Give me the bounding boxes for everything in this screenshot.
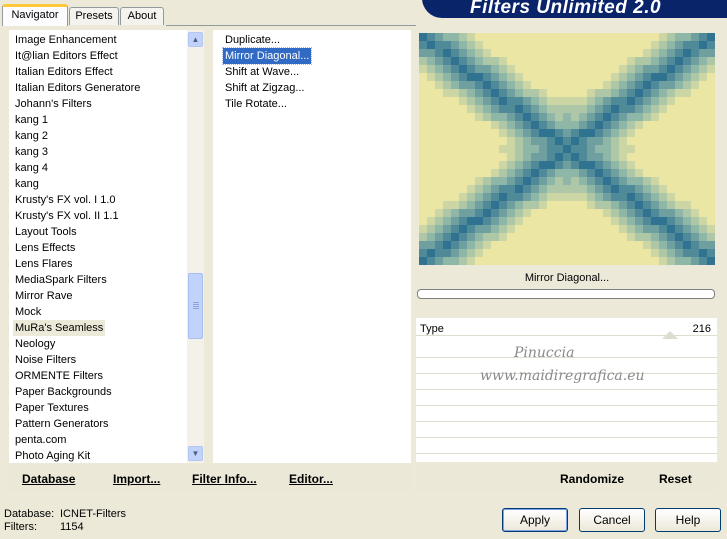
category-item[interactable]: kang [15, 176, 39, 192]
watermark-name: Pinuccia [514, 345, 575, 361]
category-item[interactable]: It@lian Editors Effect [15, 48, 118, 64]
category-list[interactable]: Image Enhancement It@lian Editors Effect I… [9, 30, 204, 463]
arrow-down-icon[interactable]: ▼ [188, 446, 203, 461]
category-item[interactable]: kang 2 [15, 128, 48, 144]
category-item[interactable]: Johann's Filters [15, 96, 92, 112]
database-value: ICNET-Filters [60, 508, 126, 520]
right-link-bar: Randomize Reset [416, 465, 719, 491]
param-row-empty [416, 390, 717, 406]
tab-navigator[interactable]: Navigator [2, 4, 68, 26]
category-scrollbar[interactable]: ▲ ▼ [187, 30, 204, 463]
category-item[interactable]: Italian Editors Effect [15, 64, 113, 80]
category-item[interactable]: Mock [15, 304, 41, 320]
category-item[interactable]: Neology [15, 336, 55, 352]
database-link[interactable]: Database [22, 472, 75, 486]
filter-list[interactable]: Duplicate... Mirror Diagonal... Shift at W… [213, 30, 411, 463]
category-item[interactable]: MediaSpark Filters [15, 272, 107, 288]
category-item[interactable]: Pattern Generators [15, 416, 109, 432]
category-item[interactable]: Layout Tools [15, 224, 77, 240]
editor-link[interactable]: Editor... [289, 472, 333, 486]
tab-bar: Navigator Presets About [0, 0, 420, 26]
category-item[interactable]: kang 1 [15, 112, 48, 128]
filter-info-link[interactable]: Filter Info... [192, 472, 257, 486]
help-button[interactable]: Help [655, 508, 721, 532]
category-item[interactable]: Lens Effects [15, 240, 75, 256]
category-item[interactable]: Krusty's FX vol. II 1.1 [15, 208, 119, 224]
scrollbar-thumb[interactable] [188, 273, 203, 339]
watermark-url: www.maidiregrafica.eu [480, 368, 645, 384]
filters-count: 1154 [60, 521, 84, 533]
tab-underline [166, 25, 416, 26]
category-item[interactable]: Paper Backgrounds [15, 384, 112, 400]
category-item[interactable]: MuRa's Seamless [13, 320, 106, 336]
category-item[interactable]: Paper Textures [15, 400, 89, 416]
category-item[interactable]: Italian Editors Generatore [15, 80, 140, 96]
filter-item[interactable]: Shift at Zigzag... [223, 80, 306, 96]
category-item[interactable]: Image Enhancement [15, 32, 117, 48]
tab-presets[interactable]: Presets [69, 7, 119, 25]
category-item[interactable]: kang 4 [15, 160, 48, 176]
param-row-empty [416, 438, 717, 454]
apply-button[interactable]: Apply [502, 508, 568, 532]
param-row-empty [416, 406, 717, 422]
randomize-link[interactable]: Randomize [560, 472, 624, 486]
preview-image [419, 33, 715, 265]
param-value: 216 [692, 323, 711, 335]
category-item[interactable]: Lens Flares [15, 256, 72, 272]
import-link[interactable]: Import... [113, 472, 160, 486]
reset-link[interactable]: Reset [659, 472, 692, 486]
category-item[interactable]: Krusty's FX vol. I 1.0 [15, 192, 116, 208]
category-item[interactable]: Mirror Rave [15, 288, 72, 304]
slider-marker[interactable] [662, 331, 678, 339]
parameter-panel: Type 216 Pinuccia www.maidiregrafica.eu [416, 318, 717, 462]
preview-filter-name: Mirror Diagonal... [524, 272, 610, 284]
param-label: Type [420, 323, 444, 335]
category-item[interactable]: penta.com [15, 432, 66, 448]
progress-bar [417, 289, 715, 299]
cancel-button[interactable]: Cancel [579, 508, 645, 532]
tab-about[interactable]: About [120, 7, 164, 25]
filter-item[interactable]: Shift at Wave... [223, 64, 301, 80]
preview-pattern [419, 33, 715, 265]
filter-item[interactable]: Mirror Diagonal... [221, 47, 313, 65]
filter-item[interactable]: Duplicate... [223, 32, 282, 48]
param-row-type[interactable]: Type 216 [416, 320, 717, 339]
filters-label: Filters: [4, 521, 37, 533]
app-title: Filters Unlimited 2.0 [470, 0, 662, 18]
category-item[interactable]: kang 3 [15, 144, 48, 160]
category-item[interactable]: ORMENTE Filters [15, 368, 103, 384]
category-item[interactable]: Noise Filters [15, 352, 76, 368]
database-label: Database: [4, 508, 55, 520]
category-item[interactable]: Photo Aging Kit [15, 448, 90, 464]
param-row-empty [416, 422, 717, 438]
arrow-up-icon[interactable]: ▲ [188, 32, 203, 47]
left-link-bar: Database Import... Filter Info... Editor… [7, 465, 412, 491]
filter-item[interactable]: Tile Rotate... [223, 96, 289, 112]
